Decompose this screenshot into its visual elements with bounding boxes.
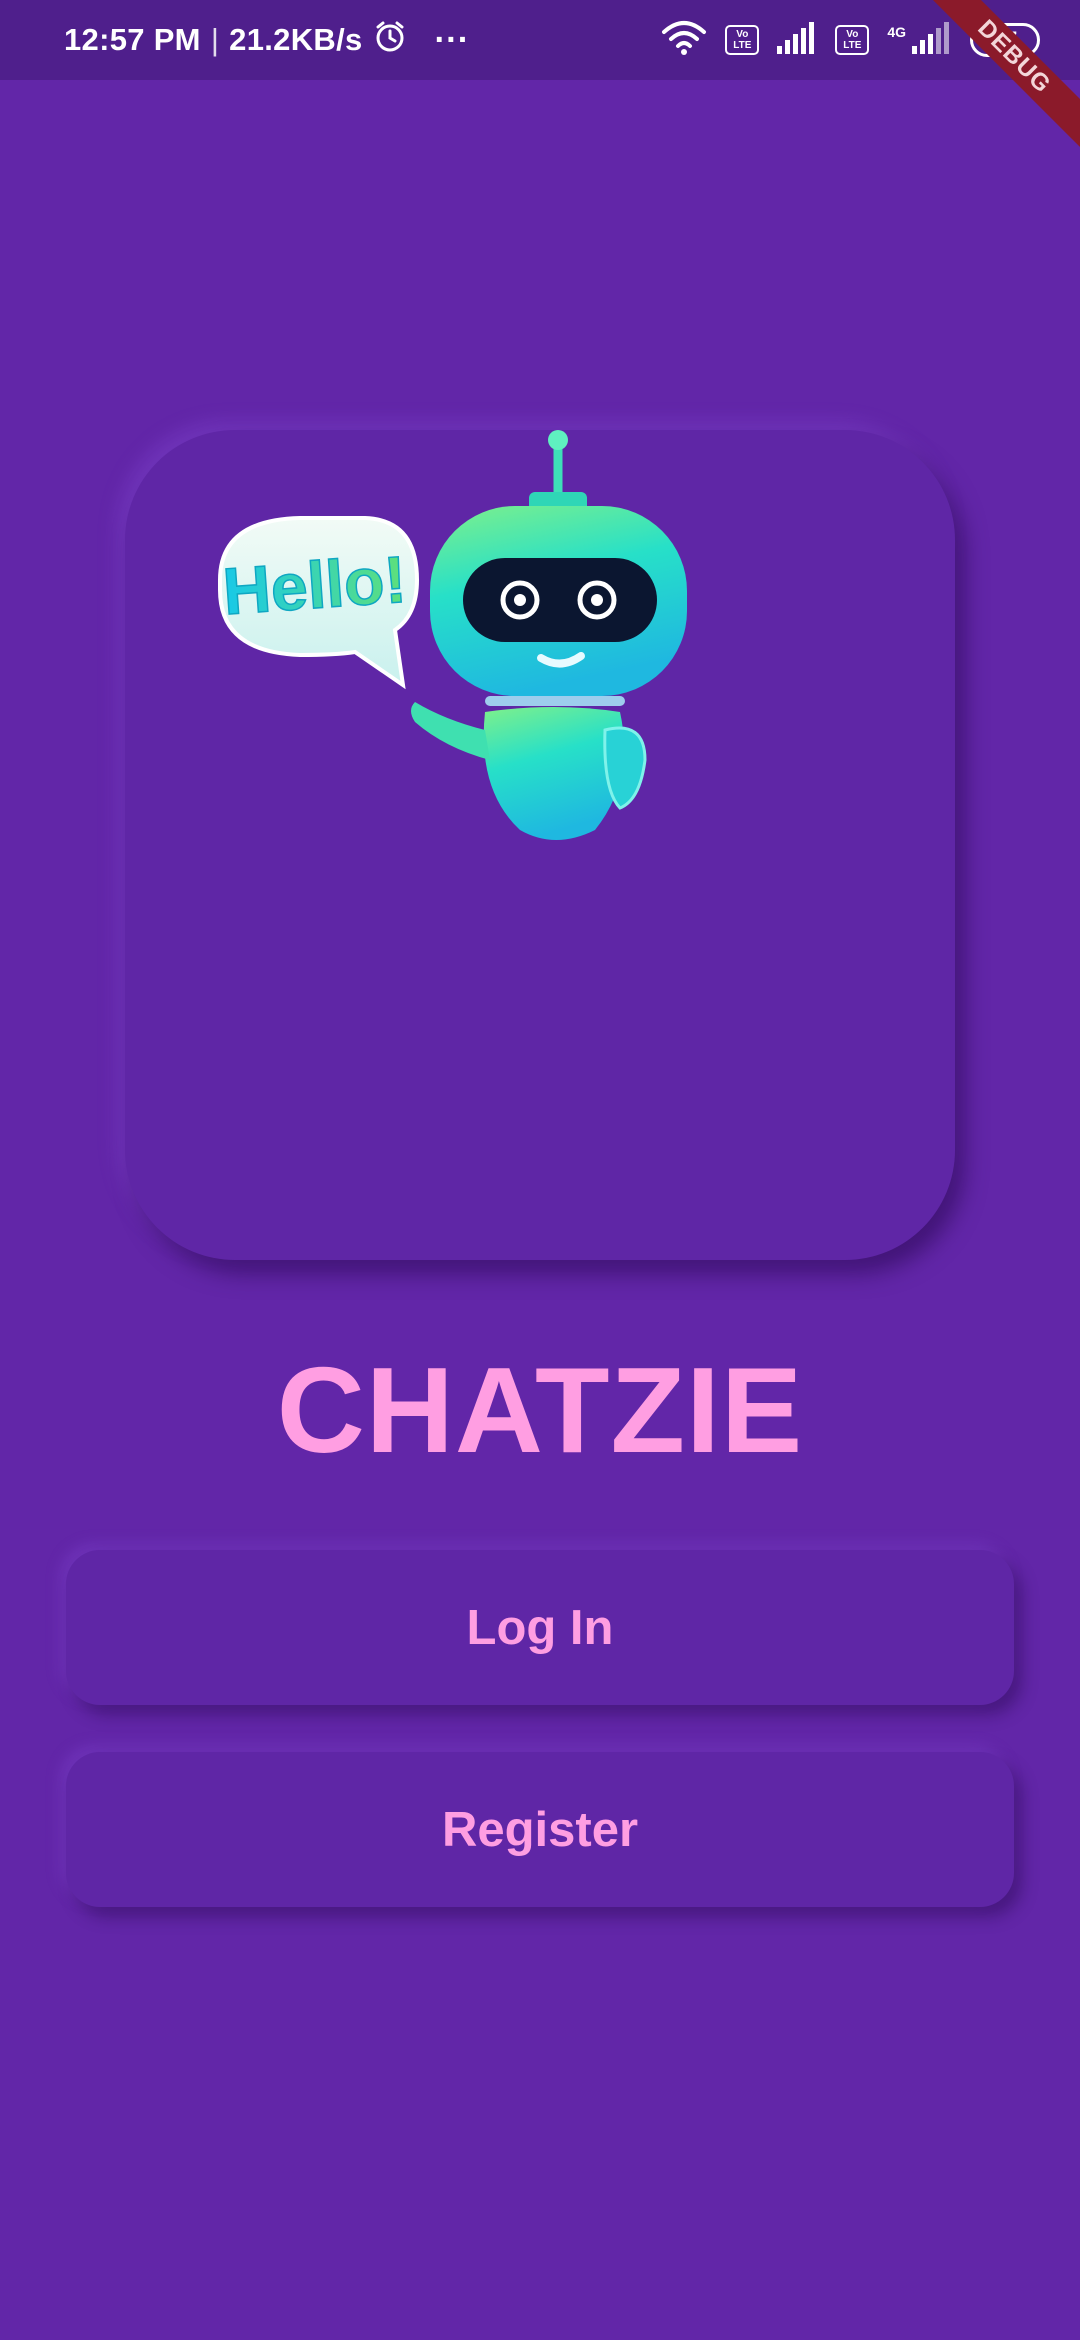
register-button[interactable]: Register <box>66 1752 1014 1907</box>
robot-illustration: Hello! <box>218 430 687 840</box>
more-notifications-icon: ··· <box>434 20 470 59</box>
status-right: Vo LTE Vo LTE 4G 57 <box>661 20 1040 61</box>
network-speed: 21.2KB/s <box>229 22 363 57</box>
signal-icon-1 <box>777 21 817 59</box>
volte-top-label: Vo <box>736 29 749 40</box>
volte-icon-1: Vo LTE <box>725 25 760 55</box>
wifi-icon <box>661 20 707 61</box>
hello-text: Hello! <box>221 542 409 629</box>
status-bar: 12:57 PM | 21.2KB/s ··· Vo LTE Vo LTE 4G… <box>0 0 1080 80</box>
volte-bottom-label-2: LTE <box>843 40 862 51</box>
alarm-icon <box>373 19 407 61</box>
login-button[interactable]: Log In <box>66 1550 1014 1705</box>
hero-card: Hello! <box>125 430 955 1260</box>
volte-top-label-2: Vo <box>846 29 859 40</box>
volte-icon-2: Vo LTE <box>835 25 870 55</box>
status-time: 12:57 PM <box>64 22 201 57</box>
signal-icon-2 <box>912 21 952 59</box>
volte-bottom-label: LTE <box>733 40 752 51</box>
network-type-label: 4G <box>887 24 906 40</box>
status-separator: | <box>210 22 220 57</box>
battery-indicator: 57 <box>970 23 1040 57</box>
app-title: CHATZIE <box>276 1342 804 1478</box>
speech-bubble: Hello! <box>218 516 420 690</box>
status-left: 12:57 PM | 21.2KB/s ··· <box>64 19 469 61</box>
